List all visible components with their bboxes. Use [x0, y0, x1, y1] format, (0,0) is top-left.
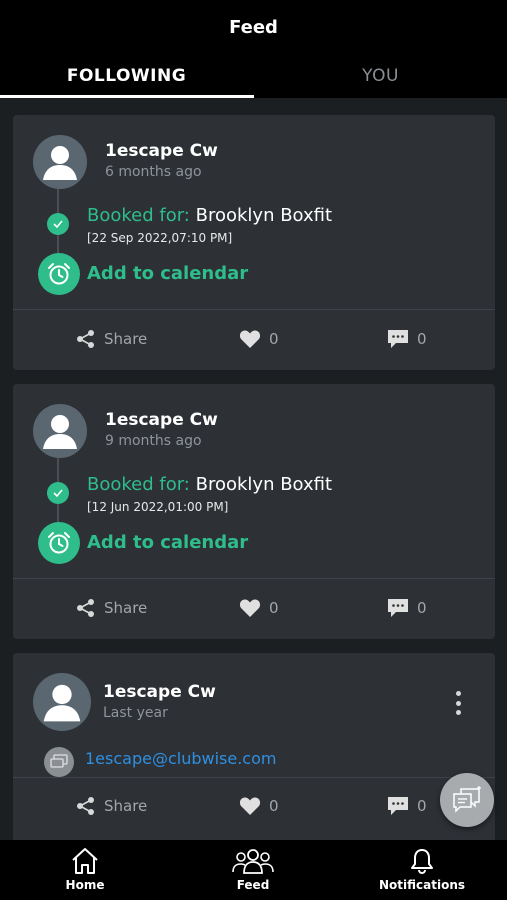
tab-you[interactable]: YOU	[254, 66, 507, 86]
avatar[interactable]	[33, 135, 87, 189]
feed-post: 1escape Cw Last year 1escape@clubwise.co…	[13, 653, 495, 840]
post-author[interactable]: 1escape Cw	[103, 682, 216, 702]
post-time: Last year	[103, 705, 168, 721]
booked-class: Brooklyn Boxfit	[195, 474, 333, 495]
email-icon	[44, 747, 74, 777]
nav-feed[interactable]: Feed	[213, 840, 293, 900]
share-label: Share	[104, 599, 148, 617]
more-options-icon[interactable]	[448, 688, 468, 718]
page-title: Feed	[229, 17, 278, 38]
share-button[interactable]: Share	[76, 598, 147, 618]
booking-date: [22 Sep 2022,07:10 PM]	[87, 231, 233, 245]
like-count: 0	[269, 599, 279, 617]
avatar[interactable]	[33, 404, 87, 458]
nav-notifications[interactable]: Notifications	[372, 840, 472, 900]
booked-class: Brooklyn Boxfit	[195, 205, 333, 226]
alarm-clock-icon[interactable]	[38, 253, 80, 295]
people-icon	[232, 849, 274, 874]
bell-icon	[411, 849, 433, 875]
check-icon	[47, 482, 69, 504]
chat-bubbles-icon	[453, 786, 481, 813]
divider	[13, 309, 495, 310]
feed-list[interactable]: 1escape Cw 6 months ago Booked for: Broo…	[0, 98, 507, 840]
comment-count: 0	[417, 599, 427, 617]
avatar[interactable]	[33, 673, 91, 731]
comment-count: 0	[417, 797, 427, 815]
post-time: 9 months ago	[105, 433, 202, 449]
alarm-clock-icon[interactable]	[38, 522, 80, 564]
booked-for-line: Booked for: Brooklyn Boxfit	[87, 205, 332, 226]
heart-icon	[239, 599, 261, 617]
chat-fab-button[interactable]	[440, 773, 494, 827]
share-icon	[77, 330, 94, 348]
comment-icon	[388, 330, 408, 348]
share-label: Share	[104, 330, 148, 348]
like-button[interactable]: 0	[239, 598, 279, 618]
tab-following[interactable]: FOLLOWING	[0, 66, 253, 86]
user-icon	[43, 146, 77, 180]
like-count: 0	[269, 797, 279, 815]
like-button[interactable]: 0	[239, 329, 279, 349]
check-icon	[47, 213, 69, 235]
post-author[interactable]: 1escape Cw	[105, 141, 218, 161]
divider	[13, 578, 495, 579]
comment-button[interactable]: 0	[387, 796, 427, 816]
heart-icon	[239, 330, 261, 348]
like-count: 0	[269, 330, 279, 348]
comment-button[interactable]: 0	[387, 598, 427, 618]
booking-date: [12 Jun 2022,01:00 PM]	[87, 500, 229, 514]
booked-label: Booked for:	[87, 205, 190, 226]
app-header: Feed FOLLOWING YOU	[0, 0, 507, 98]
share-button[interactable]: Share	[76, 329, 147, 349]
user-icon	[43, 415, 77, 449]
comment-icon	[388, 797, 408, 815]
nav-label: Notifications	[378, 878, 466, 892]
nav-label: Home	[65, 878, 105, 892]
share-icon	[77, 599, 94, 617]
home-icon	[72, 848, 98, 874]
divider	[13, 777, 495, 778]
email-link[interactable]: 1escape@clubwise.com	[85, 749, 276, 768]
share-button[interactable]: Share	[76, 796, 147, 816]
bottom-navigation: Home Feed Notifications	[0, 840, 507, 900]
share-icon	[77, 797, 94, 815]
like-button[interactable]: 0	[239, 796, 279, 816]
share-label: Share	[104, 797, 148, 815]
user-icon	[43, 684, 81, 722]
feed-post: 1escape Cw 6 months ago Booked for: Broo…	[13, 115, 495, 370]
feed-post: 1escape Cw 9 months ago Booked for: Broo…	[13, 384, 495, 639]
booked-label: Booked for:	[87, 474, 190, 495]
booked-for-line: Booked for: Brooklyn Boxfit	[87, 474, 332, 495]
comment-count: 0	[417, 330, 427, 348]
heart-icon	[239, 797, 261, 815]
comment-button[interactable]: 0	[387, 329, 427, 349]
add-to-calendar-button[interactable]: Add to calendar	[87, 532, 248, 553]
nav-home[interactable]: Home	[45, 840, 125, 900]
comment-icon	[388, 599, 408, 617]
post-author[interactable]: 1escape Cw	[105, 410, 218, 430]
nav-label: Feed	[236, 878, 270, 892]
add-to-calendar-button[interactable]: Add to calendar	[87, 263, 248, 284]
post-time: 6 months ago	[105, 164, 202, 180]
